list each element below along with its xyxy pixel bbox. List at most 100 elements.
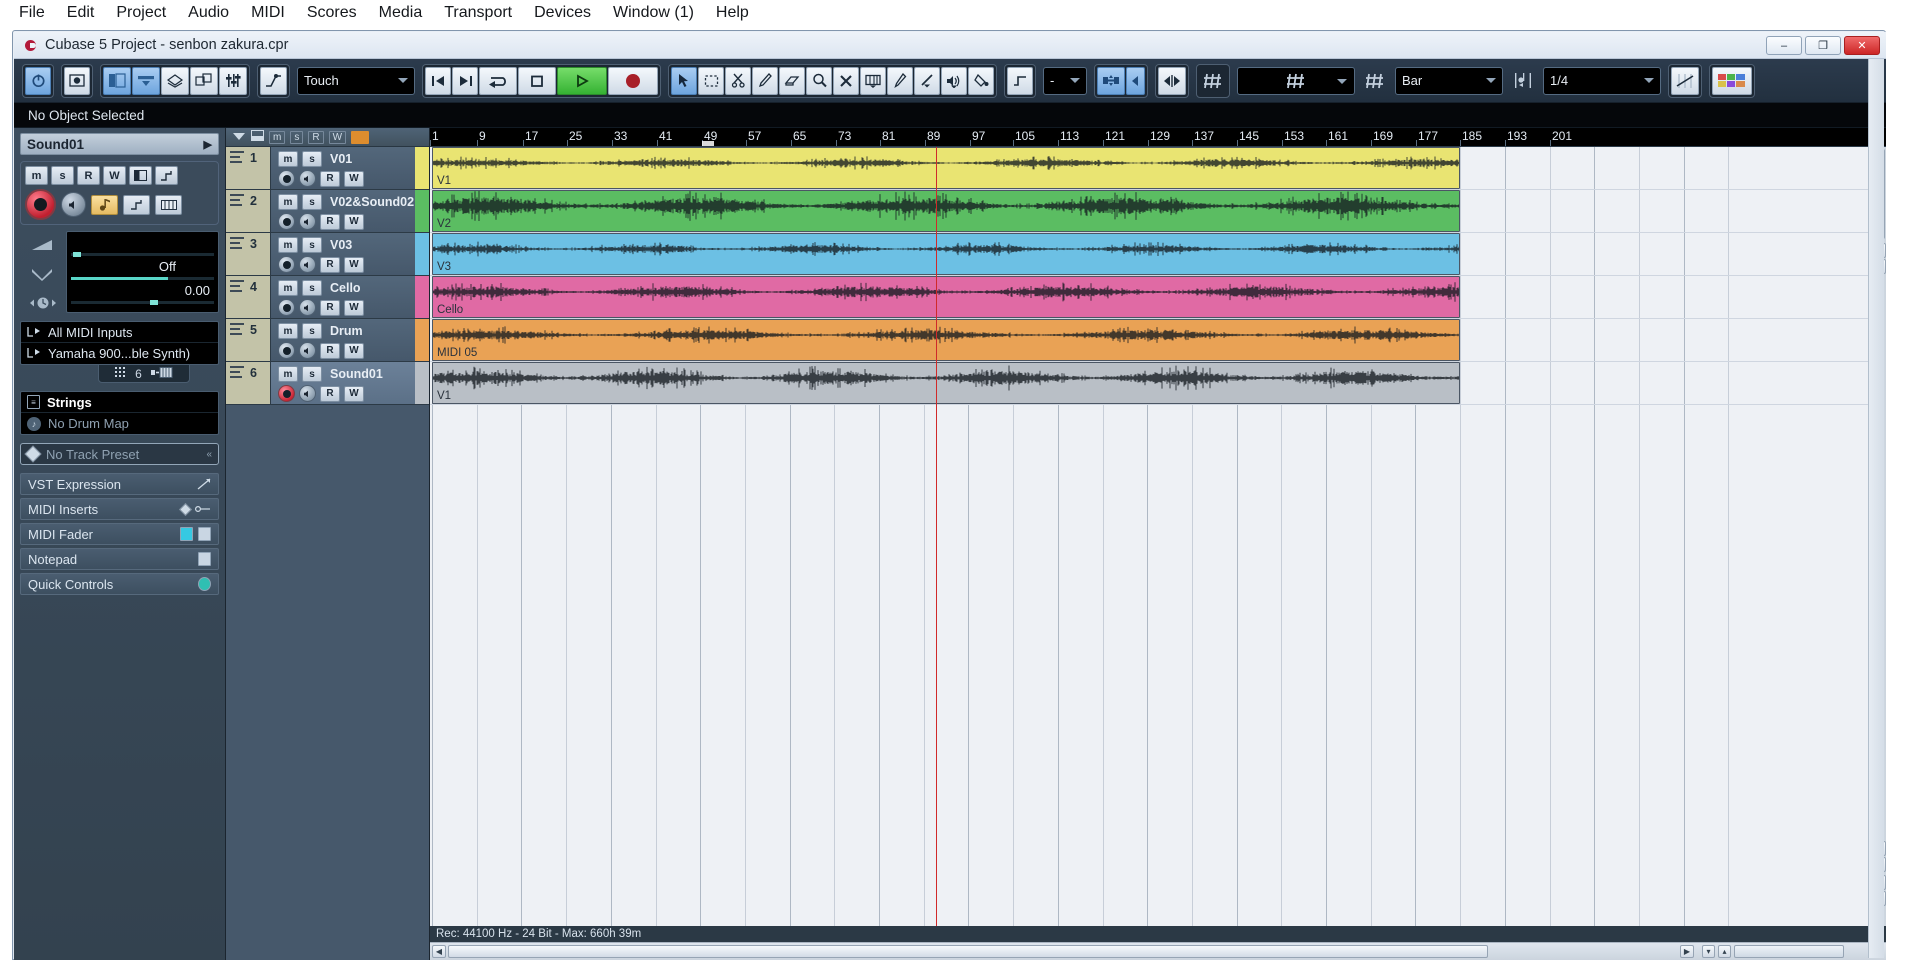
minimize-button[interactable]: – — [1766, 36, 1802, 55]
notepad-chip[interactable] — [198, 552, 211, 566]
track-handle[interactable]: 4 — [226, 276, 271, 318]
track-write-button[interactable]: W — [344, 213, 364, 230]
timewarp-tool-icon[interactable] — [860, 66, 886, 95]
menu-item-scores[interactable]: Scores — [296, 2, 368, 24]
ruler-locator-marker[interactable] — [702, 141, 714, 146]
header-write-button[interactable]: W — [328, 130, 347, 144]
line-tool-icon[interactable] — [914, 66, 940, 95]
inspector-read-button[interactable]: R — [77, 166, 100, 185]
inspector-channel-tab[interactable]: 6 — [98, 364, 190, 383]
section-midi-fader[interactable]: MIDI Fader — [20, 523, 219, 545]
inspector-drummap-row[interactable]: ♪ No Drum Map — [21, 413, 218, 434]
record-button[interactable] — [608, 66, 658, 95]
constrain-delay-icon[interactable] — [64, 66, 90, 95]
inspector-track-name[interactable]: Sound01 ▶ — [20, 133, 219, 155]
inspector-lock-record-button[interactable] — [123, 194, 150, 215]
track-name[interactable]: Drum — [330, 324, 363, 338]
menu-item-window[interactable]: Window (1) — [602, 2, 705, 24]
inspector-input-routing[interactable]: All MIDI Inputs — [21, 322, 218, 343]
inserts-bypass-icon[interactable] — [179, 502, 192, 516]
split-tool-icon[interactable] — [725, 66, 751, 95]
grid-type-select[interactable]: Bar — [1395, 66, 1503, 95]
snap-on-icon[interactable] — [1097, 66, 1125, 95]
show-infoline-icon[interactable] — [132, 66, 160, 95]
glue-tool-icon[interactable] — [752, 66, 778, 95]
range-tool-icon[interactable] — [698, 66, 724, 95]
volume-slider[interactable] — [71, 252, 214, 257]
chevron-right-icon[interactable]: ▶ — [204, 138, 212, 151]
menu-item-midi[interactable]: MIDI — [240, 2, 296, 24]
track-handle[interactable]: 6 — [226, 362, 271, 404]
window-scrollbar[interactable] — [1868, 59, 1884, 958]
zoom-out-button[interactable]: ▾ — [1702, 945, 1715, 958]
show-overview-icon[interactable] — [161, 66, 189, 95]
delay-row[interactable]: 0.00 — [71, 282, 214, 306]
track-read-button[interactable]: R — [320, 342, 340, 359]
track-mute-button[interactable]: m — [278, 237, 298, 253]
horizontal-scroll-thumb[interactable] — [448, 945, 1488, 958]
track-write-button[interactable]: W — [344, 256, 364, 273]
inspector-mute-button[interactable]: m — [25, 166, 48, 185]
inspector-output-routing[interactable]: Yamaha 900...ble Synth) — [21, 343, 218, 364]
track-name[interactable]: V03 — [330, 238, 352, 252]
track-write-button[interactable]: W — [344, 170, 364, 187]
track-mute-button[interactable]: m — [278, 194, 298, 210]
inspector-monitor-icon[interactable] — [61, 192, 86, 217]
track-read-button[interactable]: R — [320, 256, 340, 273]
header-read-button[interactable]: R — [308, 130, 324, 144]
track-record-button[interactable] — [278, 213, 295, 230]
inspector-record-enable[interactable] — [25, 189, 56, 220]
inspector-edit-channel-button[interactable] — [129, 166, 152, 185]
track-row[interactable]: 1 m s V01 R W — [226, 147, 429, 190]
audio-clip[interactable]: V3 — [432, 233, 1460, 275]
track-handle[interactable]: 5 — [226, 319, 271, 361]
delay-slider[interactable] — [71, 300, 214, 305]
collapse-icon[interactable]: « — [206, 449, 212, 460]
play-button[interactable] — [557, 66, 607, 95]
zoom-in-button[interactable]: ▴ — [1718, 945, 1731, 958]
track-mute-button[interactable]: m — [278, 323, 298, 339]
track-solo-button[interactable]: s — [302, 194, 322, 210]
maximize-button[interactable]: ❐ — [1805, 36, 1841, 55]
track-solo-button[interactable]: s — [302, 151, 322, 167]
menu-item-file[interactable]: File — [8, 2, 56, 24]
menu-item-help[interactable]: Help — [705, 2, 760, 24]
show-mixer-icon[interactable] — [219, 66, 247, 95]
track-monitor-button[interactable] — [299, 299, 316, 316]
zoom-slider[interactable] — [1734, 945, 1844, 958]
track-read-button[interactable]: R — [320, 213, 340, 230]
track-record-button[interactable] — [278, 342, 295, 359]
track-row[interactable]: 3 m s V03 R W — [226, 233, 429, 276]
track-write-button[interactable]: W — [344, 299, 364, 316]
track-name[interactable]: V01 — [330, 152, 352, 166]
inspector-write-button[interactable]: W — [103, 166, 126, 185]
track-monitor-button[interactable] — [299, 385, 316, 402]
audio-clip[interactable]: V1 — [432, 362, 1460, 404]
audio-clip[interactable]: Cello — [432, 276, 1460, 318]
track-list-menu-icon[interactable] — [232, 128, 246, 146]
quick-controls-chip[interactable] — [198, 577, 211, 591]
track-row[interactable]: 4 m s Cello R W — [226, 276, 429, 319]
automation-mode-select[interactable]: Touch — [297, 66, 415, 95]
track-write-button[interactable]: W — [344, 385, 364, 402]
section-vst-expression[interactable]: VST Expression — [20, 473, 219, 495]
grid-value-select[interactable] — [1237, 66, 1355, 95]
auto-scroll-icon[interactable] — [1007, 66, 1033, 95]
menu-item-media[interactable]: Media — [368, 2, 434, 24]
scroll-right-button[interactable]: ▶ — [1680, 945, 1694, 958]
header-mute-button[interactable]: m — [269, 130, 286, 144]
horizontal-scrollbar[interactable]: ◀ ▶ ▾ ▴ — [430, 942, 1886, 960]
menu-item-edit[interactable]: Edit — [56, 2, 106, 24]
inspector-solo-button[interactable]: s — [51, 166, 74, 185]
zoom-tool-icon[interactable] — [806, 66, 832, 95]
goto-start-button[interactable] — [425, 66, 451, 95]
audio-clip[interactable]: V1 — [432, 147, 1460, 189]
track-record-button[interactable] — [278, 299, 295, 316]
track-name[interactable]: V02&Sound02 — [330, 195, 414, 209]
pan-row[interactable]: Off — [71, 258, 214, 282]
inspector-track-preset[interactable]: No Track Preset « — [20, 443, 219, 465]
track-name[interactable]: Cello — [330, 281, 361, 295]
track-monitor-button[interactable] — [299, 342, 316, 359]
section-midi-inserts[interactable]: MIDI Inserts — [20, 498, 219, 520]
fader-view-chip[interactable] — [198, 527, 211, 541]
